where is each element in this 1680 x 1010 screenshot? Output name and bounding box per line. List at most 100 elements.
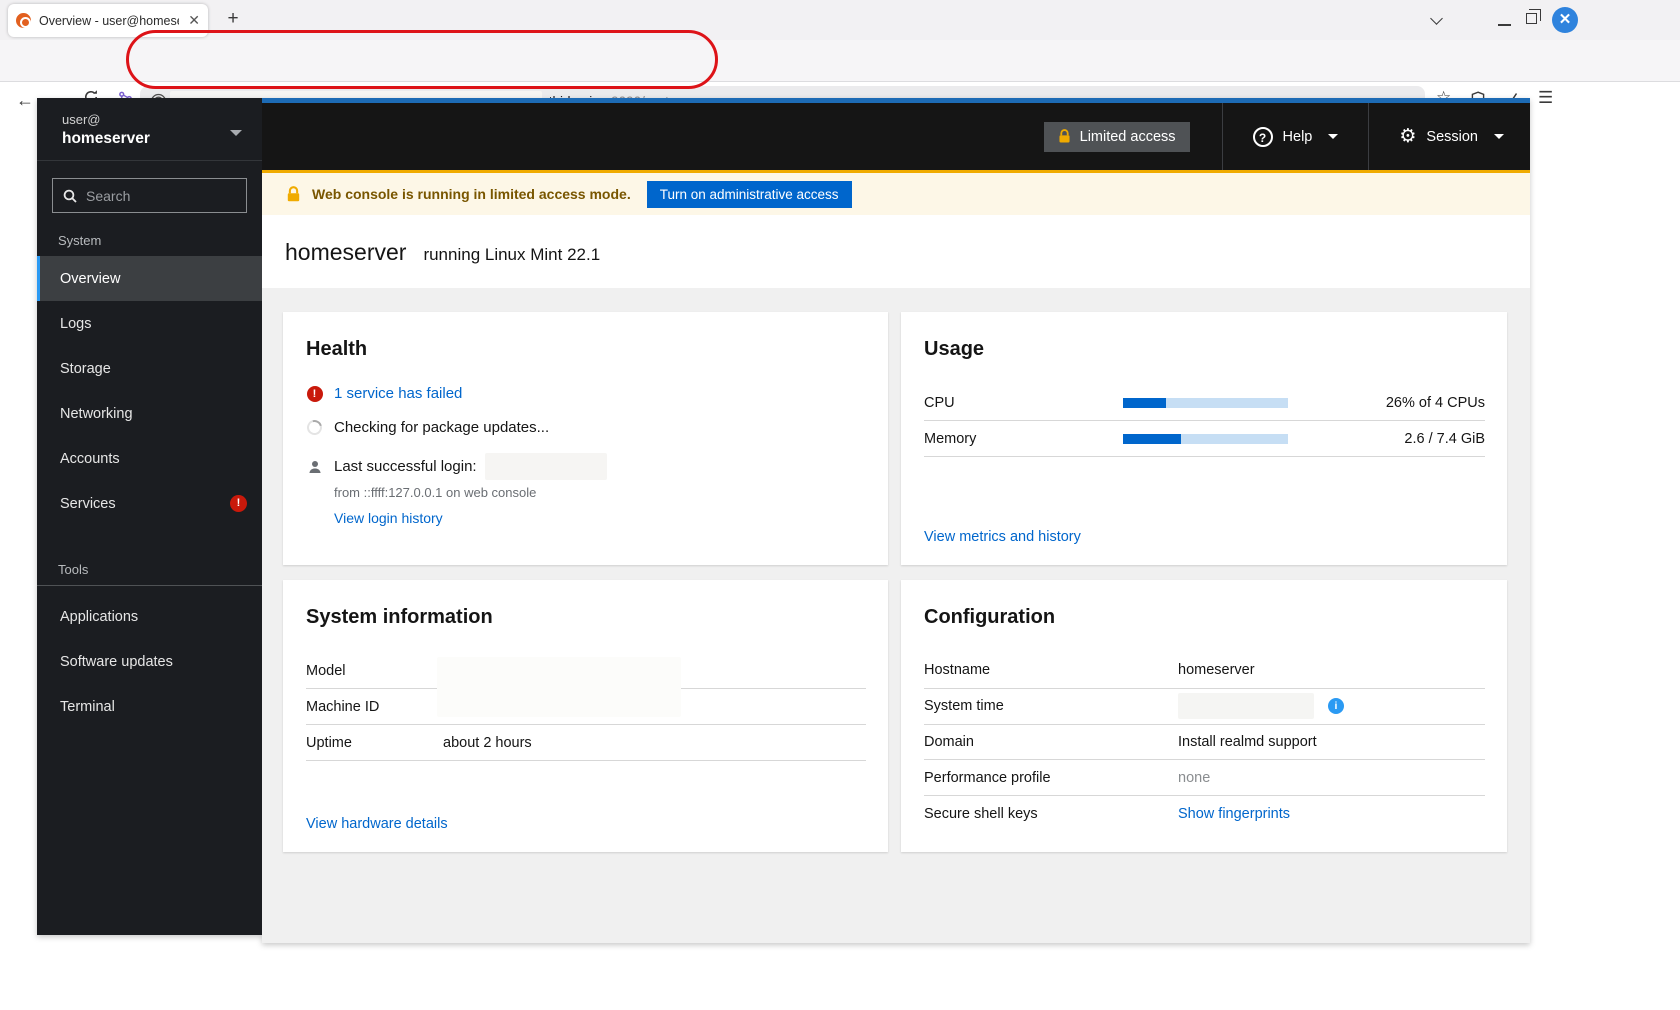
user-prefix: user@ [62, 112, 248, 127]
back-icon[interactable]: ← [16, 90, 34, 111]
hostname-row: Hostname homeserver [924, 653, 1485, 689]
view-login-history-link[interactable]: View login history [334, 510, 866, 526]
sidebar-nav: Overview Logs Storage Networking Account… [37, 256, 262, 729]
sidebar-item-storage[interactable]: Storage [37, 346, 262, 391]
usage-row-memory: Memory 2.6 / 7.4 GiB [924, 421, 1485, 457]
info-icon[interactable]: i [1328, 698, 1344, 714]
memory-label: Memory [924, 431, 1123, 447]
login-from-text: from ::ffff:127.0.0.1 on web console [334, 485, 866, 500]
window-close-button[interactable]: ✕ [1552, 7, 1578, 33]
uptime-value: about 2 hours [443, 735, 532, 751]
tab-close-icon[interactable]: ✕ [188, 12, 200, 29]
page-header: homeserver running Linux Mint 22.1 [262, 215, 1530, 288]
turn-on-admin-access-button[interactable]: Turn on administrative access [647, 181, 852, 208]
sidebar-item-applications[interactable]: Applications [37, 594, 262, 639]
uptime-label: Uptime [306, 735, 443, 751]
usage-row-cpu: CPU 26% of 4 CPUs [924, 385, 1485, 421]
overview-cards: Health ! 1 service has failed Checking f… [262, 288, 1530, 943]
host-switcher[interactable]: user@ homeserver [37, 98, 262, 161]
sidebar-item-overview[interactable]: Overview [37, 256, 262, 301]
memory-progress-bar [1123, 434, 1288, 444]
sidebar: user@ homeserver System Overview Logs St… [37, 98, 262, 935]
list-tabs-chevron-icon[interactable] [1430, 12, 1443, 25]
user-icon [306, 460, 323, 474]
chevron-down-icon [230, 130, 242, 136]
redacted-login-time [485, 453, 607, 480]
health-title: Health [306, 338, 866, 361]
help-label: Help [1283, 129, 1313, 145]
memory-value: 2.6 / 7.4 GiB [1288, 431, 1485, 447]
domain-label: Domain [924, 734, 1178, 750]
page-title: homeserver [285, 239, 406, 266]
usage-card: Usage CPU 26% of 4 CPUs Memory 2.6 / 7.4… [901, 312, 1507, 565]
menu-hamburger-icon[interactable]: ☰ [1538, 88, 1553, 108]
performance-profile-value: none [1178, 770, 1210, 786]
configuration-card: Configuration Hostname homeserver System… [901, 580, 1507, 852]
window-restore-button[interactable] [1526, 13, 1537, 24]
sidebar-item-accounts[interactable]: Accounts [37, 436, 262, 481]
window-minimize-button[interactable] [1498, 24, 1511, 26]
limited-access-button[interactable]: Limited access [1044, 122, 1190, 152]
masthead: Limited access ? Help ⚙ Session [262, 98, 1530, 170]
sidebar-search[interactable] [52, 178, 247, 213]
cockpit-favicon-icon [16, 13, 31, 28]
redacted-system-time [1178, 693, 1314, 719]
help-menu[interactable]: ? Help [1223, 103, 1369, 170]
session-menu[interactable]: ⚙ Session [1369, 103, 1530, 170]
system-time-label: System time [924, 698, 1178, 714]
sidebar-item-logs[interactable]: Logs [37, 301, 262, 346]
view-hardware-details-link[interactable]: View hardware details [306, 816, 866, 832]
redacted-model-machine-id [437, 657, 681, 717]
chevron-down-icon [1494, 134, 1504, 139]
search-input[interactable] [86, 188, 226, 204]
secure-shell-keys-row: Secure shell keys Show fingerprints [924, 796, 1485, 832]
session-label: Session [1426, 129, 1478, 145]
limited-access-banner: Web console is running in limited access… [262, 170, 1530, 215]
sidebar-section-system: System [37, 213, 262, 256]
banner-message: Web console is running in limited access… [312, 186, 631, 202]
uptime-row: Uptime about 2 hours [306, 725, 866, 761]
checking-updates-text: Checking for package updates... [334, 419, 549, 436]
services-alert-badge: ! [230, 495, 247, 512]
new-tab-button[interactable]: + [220, 8, 246, 30]
sidebar-item-label: Networking [60, 406, 133, 422]
performance-profile-label: Performance profile [924, 770, 1178, 786]
error-icon: ! [307, 386, 323, 402]
spinner-icon [304, 417, 324, 437]
health-card: Health ! 1 service has failed Checking f… [283, 312, 888, 565]
cockpit-app: user@ homeserver System Overview Logs St… [37, 98, 1530, 943]
sidebar-item-software-updates[interactable]: Software updates [37, 639, 262, 684]
sidebar-item-label: Terminal [60, 699, 115, 715]
domain-value: Install realmd support [1178, 734, 1317, 750]
secure-shell-keys-label: Secure shell keys [924, 806, 1178, 822]
view-metrics-link[interactable]: View metrics and history [924, 529, 1485, 545]
search-icon [63, 189, 77, 203]
system-time-row: System time i [924, 689, 1485, 725]
service-failed-link[interactable]: 1 service has failed [334, 385, 462, 402]
sidebar-section-tools: Tools [37, 526, 262, 585]
lock-icon [1058, 129, 1071, 144]
chevron-down-icon [1328, 134, 1338, 139]
tab-title: Overview - user@homeserv [39, 14, 179, 28]
browser-titlebar: Overview - user@homeserv ✕ + ✕ [0, 0, 1680, 40]
help-icon: ? [1253, 127, 1273, 147]
sidebar-item-label: Overview [60, 271, 120, 287]
gear-icon: ⚙ [1399, 127, 1416, 146]
cpu-value: 26% of 4 CPUs [1288, 395, 1485, 411]
limited-access-label: Limited access [1080, 129, 1176, 145]
domain-row: Domain Install realmd support [924, 725, 1485, 761]
hostname-label: Hostname [924, 662, 1178, 678]
cpu-progress-bar [1123, 398, 1288, 408]
sidebar-item-label: Services [60, 496, 116, 512]
sidebar-item-services[interactable]: Services ! [37, 481, 262, 526]
usage-title: Usage [924, 338, 1485, 361]
browser-tab[interactable]: Overview - user@homeserv ✕ [8, 4, 208, 37]
sidebar-item-terminal[interactable]: Terminal [37, 684, 262, 729]
show-fingerprints-link[interactable]: Show fingerprints [1178, 806, 1290, 822]
browser-toolbar: ← → ztbid.onion :9090/system ☆ ☰ [0, 40, 1680, 82]
sidebar-item-networking[interactable]: Networking [37, 391, 262, 436]
performance-profile-row: Performance profile none [924, 760, 1485, 796]
hostname-value: homeserver [1178, 662, 1255, 678]
sidebar-item-label: Software updates [60, 654, 173, 670]
lock-icon [286, 186, 301, 203]
